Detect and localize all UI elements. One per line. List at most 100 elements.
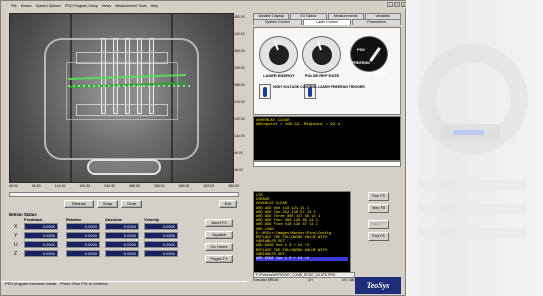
redraw-button[interactable]: Redraw: [64, 200, 94, 208]
grab-button[interactable]: Grab: [121, 200, 142, 208]
command-input[interactable]: [253, 161, 401, 167]
menu-measurement-tools[interactable]: Measurement Tools: [115, 4, 146, 10]
tab-system-control[interactable]: System Control: [253, 19, 302, 25]
motion-row-x: X 0.0000 0.0000 0.0000 0.0000: [14, 222, 196, 231]
bottom-slot: [87, 159, 161, 175]
y-tick: 432.00: [234, 32, 245, 36]
x-tick: 288.00: [129, 184, 140, 188]
relative-value: 0.0000: [66, 232, 100, 239]
feedback-value: 0.0000: [24, 250, 58, 257]
application-window: – □ × File Motion System Options PSO Pro…: [0, 0, 407, 296]
high-voltage-switch[interactable]: [259, 84, 271, 99]
mode-off-label: OFF: [383, 40, 391, 44]
maximize-button[interactable]: □: [394, 2, 400, 7]
joystick-button[interactable]: Joystick: [205, 231, 233, 239]
velocity-value: 0.0000: [144, 223, 178, 230]
motion-status-grid: Feedback Relative Absolute Velocity X 0.…: [14, 217, 196, 258]
execution-state: Execution BREAK: [253, 278, 279, 282]
camera-view[interactable]: [9, 13, 234, 183]
lower-slot: [76, 104, 168, 116]
exit-button[interactable]: Exit: [219, 200, 237, 208]
minimize-button[interactable]: –: [387, 2, 393, 7]
axis-header-spacer: [14, 217, 24, 222]
feedback-value: 0.0000: [24, 223, 58, 230]
laser-energy-dial[interactable]: [259, 36, 298, 73]
y-axis-ticks: 480.00 432.00 384.00 336.00 288.00 240.0…: [234, 13, 246, 183]
mode-burst-label: BURST: [374, 72, 387, 76]
relative-value: 0.0000: [66, 241, 100, 248]
mode-pso-label: PSO: [357, 48, 365, 52]
menu-file[interactable]: File: [11, 4, 17, 10]
velocity-value: 0.0000: [144, 250, 178, 257]
feedback-header: Feedback: [24, 217, 43, 222]
menu-views[interactable]: Views: [102, 4, 112, 10]
program-status: Execution BREAK CH 375 / 380: [253, 278, 355, 284]
motion-status-header: Feedback Relative Absolute Velocity: [14, 217, 196, 222]
pulse-rep-rate-dial[interactable]: [302, 36, 341, 73]
program-line: REPLACE THE FOLLOWING VALUE WITH VARIABL…: [256, 236, 327, 245]
absolute-header: Absolute: [105, 217, 123, 222]
background-row: [418, 204, 526, 214]
axis-label-u: U: [14, 241, 18, 248]
upper-console[interactable]: #OVERLAY CLEAR #Midpoint = 166.32, Midpo…: [253, 116, 401, 161]
velocity-value: 0.0000: [144, 232, 178, 239]
feedback-value: 0.0000: [24, 232, 58, 239]
menu-pso-program-setup[interactable]: PSO Program Setup: [65, 4, 98, 10]
menu-motion[interactable]: Motion: [21, 4, 32, 10]
background-selection: [453, 130, 484, 135]
console-line: #Midpoint = 166.32, Midpoint = 92.4: [256, 123, 341, 127]
horizontal-scrollbar[interactable]: [9, 192, 239, 197]
tab-laser-control[interactable]: Laser Control: [302, 19, 352, 25]
y-tick: 144.00: [234, 134, 245, 138]
laser-freerun-trigger-label: LASER FREERUN TRIGGER: [318, 85, 365, 89]
pulse-rep-rate-label: PULSE REP RATE: [304, 73, 340, 78]
axis-label-z: Z: [14, 250, 18, 257]
current-program-line: #RD EDGE Two 1 0 + #1 +2: [256, 257, 348, 262]
x-tick: 48.00: [9, 184, 18, 188]
high-voltage-label: HIGH VOLTAGE CONTROL: [273, 85, 318, 89]
feedback-value: 0.0000: [24, 241, 58, 248]
y-tick: 480.00: [234, 15, 245, 19]
back-button[interactable]: Back F7: [368, 220, 389, 229]
motion-row-u: U 0.0000 0.0000 0.0000 0.0000: [14, 240, 196, 249]
x-tick: 384.00: [178, 184, 190, 188]
relative-value: 0.0000: [66, 250, 100, 257]
x-tick: 240.00: [104, 184, 115, 188]
y-tick: 384.00: [234, 49, 245, 53]
relative-header: Relative: [66, 217, 82, 222]
step-button[interactable]: Step F8: [368, 204, 389, 213]
y-tick: 288.00: [234, 83, 245, 87]
teosys-logo: TeoSys: [355, 277, 401, 294]
abort-button[interactable]: Abort F2: [205, 219, 233, 227]
y-tick: 336.00: [234, 66, 245, 70]
motion-row-z: Z 0.0000 0.0000 0.0000 0.0000: [14, 249, 196, 258]
x-tick: 192.00: [79, 184, 91, 188]
menu-system-options[interactable]: System Options: [36, 4, 61, 10]
absolute-value: 0.0000: [105, 232, 139, 239]
mode-freerun-label: FREERUN: [352, 61, 370, 65]
x-tick: 336.00: [153, 184, 165, 188]
tab-row-two: System Control Laser Control Parameters: [253, 19, 402, 25]
motion-row-y: Y 0.0000 0.0000 0.0000 0.0000: [14, 231, 196, 240]
home-button[interactable]: Go Home: [205, 243, 233, 251]
x-tick: 144.00: [54, 184, 66, 188]
program-console[interactable]: LIM CURSOR #OVERLAY CLEAR #RD ADD One 11…: [253, 191, 351, 273]
x-tick: 96.00: [31, 184, 41, 188]
end-button[interactable]: End F8: [368, 232, 389, 241]
snap-button[interactable]: Snap: [97, 200, 118, 208]
line-count: 375 / 380: [341, 278, 355, 282]
menu-bar: File Motion System Options PSO Program S…: [1, 4, 158, 10]
background-row: [418, 180, 526, 190]
laser-control-panel: LASER ENERGY PULSE REP RATE OFF PSO FREE…: [253, 27, 401, 115]
status-bar: PSO program execution break... Press <Ru…: [1, 281, 247, 287]
top-tabs: Variable Display I/O Status Measurements…: [253, 13, 402, 27]
scan-points: [68, 85, 193, 87]
pages-button[interactable]: Pages F3: [205, 255, 233, 263]
tab-parameters[interactable]: Parameters: [352, 19, 402, 25]
axis-label-x: X: [14, 223, 18, 230]
program-line: REPLACE THE FOLLOWING VALUE WITH VARIABL…: [256, 248, 327, 257]
x-axis-ticks: 48.00 96.00 144.00 192.00 240.00 288.00 …: [9, 184, 239, 192]
menu-help[interactable]: Help: [151, 4, 158, 10]
run-button[interactable]: Run F5: [368, 192, 389, 201]
x-tick: 480.00: [228, 184, 239, 188]
